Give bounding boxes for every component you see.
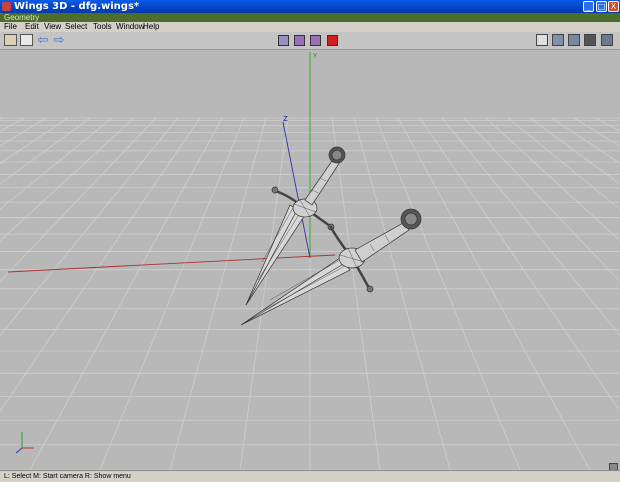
toolbar: ⇦ ⇨: [0, 32, 620, 50]
close-button[interactable]: X: [608, 1, 619, 12]
menu-bar: File Edit View Select Tools Window Help: [0, 22, 620, 32]
menu-edit[interactable]: Edit: [25, 22, 39, 32]
y-axis-label: Y: [312, 52, 318, 60]
minimize-button[interactable]: _: [583, 1, 594, 12]
face-select-mode-button[interactable]: [310, 35, 321, 46]
orthographic-icon[interactable]: [536, 34, 548, 46]
3d-viewport[interactable]: Y Z: [0, 50, 620, 471]
smooth-shading-icon[interactable]: [552, 34, 564, 46]
save-icon[interactable]: [20, 34, 33, 46]
ground-plane-icon[interactable]: [584, 34, 596, 46]
menu-file[interactable]: File: [4, 22, 17, 32]
axis-gizmo: [15, 432, 34, 454]
vertex-select-mode-button[interactable]: [278, 35, 289, 46]
menu-tools[interactable]: Tools: [93, 22, 112, 32]
z-axis-label: Z: [283, 115, 288, 123]
body-select-mode-button[interactable]: [327, 35, 338, 46]
wireframe-icon[interactable]: [568, 34, 580, 46]
status-text: L: Select M: Start camera R: Show menu: [4, 473, 131, 480]
axis-grid-icon[interactable]: [601, 34, 613, 46]
edge-select-mode-button[interactable]: [294, 35, 305, 46]
title-bar: Wings 3D - dfg.wings* _ □ X: [0, 0, 620, 13]
status-bar: L: Select M: Start camera R: Show menu: [0, 470, 620, 482]
geometry-window-bar[interactable]: Geometry: [0, 13, 620, 22]
app-icon[interactable]: [2, 2, 11, 11]
arrow-right-icon[interactable]: ⇨: [52, 33, 66, 47]
menu-select[interactable]: Select: [65, 22, 87, 32]
menu-help[interactable]: Help: [143, 22, 159, 32]
menu-window[interactable]: Window: [116, 22, 144, 32]
arrow-left-icon[interactable]: ⇦: [36, 33, 50, 47]
scene-canvas[interactable]: Y Z: [0, 50, 620, 471]
open-icon[interactable]: [4, 34, 17, 46]
maximize-button[interactable]: □: [596, 1, 607, 12]
menu-view[interactable]: View: [44, 22, 61, 32]
